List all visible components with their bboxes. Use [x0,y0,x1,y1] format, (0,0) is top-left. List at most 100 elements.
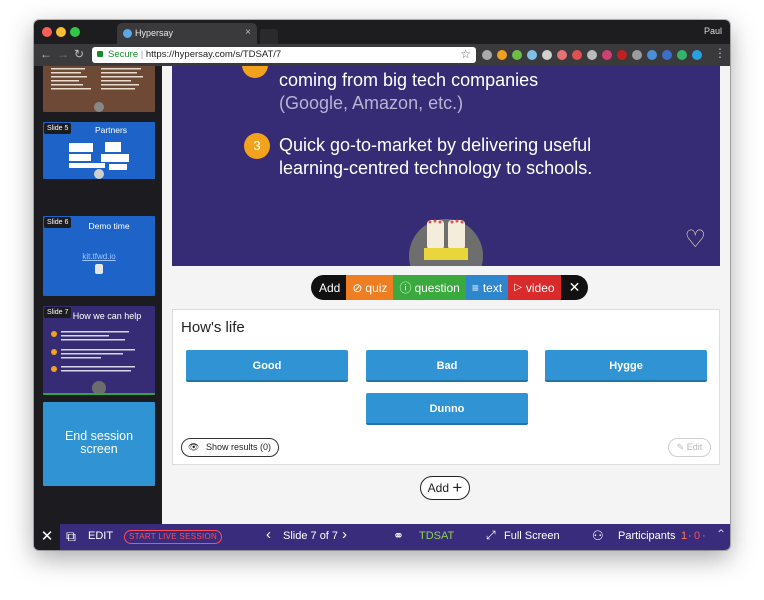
play-icon: ▷ [514,282,522,293]
participants-label[interactable]: Participants [618,530,675,542]
edit-mode-label[interactable]: EDIT [88,530,113,542]
slide-line: learning-centred technology to schools. [279,158,593,178]
slide-indicator: Slide 7 of 7 [283,530,339,542]
next-slide-icon[interactable]: › [342,526,347,543]
show-results-label: Show results (0) [205,442,271,452]
heart-icon[interactable]: ♡ [684,225,706,254]
close-toolbar-icon[interactable]: ✕ [561,275,589,300]
extension-icon[interactable] [617,50,627,60]
slide-thumbnail-preview [51,68,143,112]
url-text: https://hypersay.com/s/TDSAT/7 [145,49,282,60]
star-icon[interactable]: ☆ [460,47,471,61]
participants-icon[interactable]: ⚇ [592,528,604,544]
slide-line: coming from big tech companies [279,70,539,90]
add-label: Add [319,280,341,295]
extension-icon[interactable] [482,50,492,60]
slide-line: (Google, Amazon, etc.) [279,93,464,113]
slide-thumbnail[interactable] [43,66,155,112]
partner-logos [69,142,129,179]
extension-icon[interactable] [692,50,702,60]
start-live-session-button[interactable]: START LIVE SESSION [124,530,223,544]
lines-icon: ≡ [471,280,479,295]
tab-title: Hypersay [135,28,174,38]
add-quiz-button[interactable]: ⊘ quiz [346,275,394,300]
close-icon[interactable]: ✕ [34,524,60,550]
quiz-title: How's life [181,319,245,336]
quiz-card: How's life Good Bad Hygge Dunno 👁 Show r… [172,309,720,465]
video-label: video [525,280,555,295]
quiz-option[interactable]: Bad [366,350,528,382]
extension-icon[interactable] [527,50,537,60]
slide-thumbnail[interactable]: Slide 6 Demo time kit.tfwd.io [43,216,155,296]
slide-thumbnail[interactable]: Slide 5 Partners [43,122,155,179]
quiz-label: quiz [365,280,388,295]
lock-icon [97,51,103,57]
extension-icon[interactable] [542,50,552,60]
fullscreen-icon[interactable]: ⤢ [486,528,496,543]
extension-icon[interactable] [602,50,612,60]
extension-icon[interactable] [587,50,597,60]
close-window-button[interactable] [42,27,52,37]
bullet-number: 3 [244,133,270,159]
plus-icon: + [452,478,463,497]
eye-icon: 👁 [188,442,200,452]
address-bar[interactable]: Secure | https://hypersay.com/s/TDSAT/7 … [92,47,476,63]
check-circle-icon: ⊘ [352,280,363,295]
add-video-button[interactable]: ▷ video [508,275,561,300]
edit-quiz-button[interactable]: ✎ Edit [668,438,711,457]
add-content-toolbar: Add ⊘ quiz ⓘ question ≡ text ▷ video ✕ [311,275,589,300]
browser-tab[interactable]: Hypersay × [117,23,257,44]
close-tab-icon[interactable]: × [245,27,251,38]
favicon-icon [123,29,132,38]
participant-count-b: 0 [694,530,701,542]
minimize-window-button[interactable] [56,27,66,37]
slide-thumbnail-active[interactable]: Slide 7 How we can help [43,306,155,395]
slide-title: Demo time [88,221,130,231]
add-question-button[interactable]: ⓘ question [393,275,466,300]
session-code[interactable]: TDSAT [419,530,454,542]
slide-line: Quick go-to-market by delivering useful [279,135,592,155]
secure-label: Secure [108,49,139,60]
menu-icon[interactable]: ⋮ [714,46,726,60]
chevron-up-icon[interactable]: ⌃ [716,527,726,541]
extension-icon[interactable] [632,50,642,60]
forward-icon[interactable]: → [57,47,69,61]
quiz-option[interactable]: Good [186,350,348,382]
zoom-window-button[interactable] [70,27,80,37]
reload-icon[interactable]: ↻ [74,47,84,61]
slide-thumbnail-end[interactable]: End session screen [43,402,155,486]
separator-dot: · [688,530,692,542]
back-icon[interactable]: ← [40,47,52,61]
browser-window: Hypersay × Paul ← → ↻ Secure | https://h… [34,20,730,550]
session-bar: ✕ ⧉ EDIT START LIVE SESSION ‹ Slide 7 of… [34,524,730,550]
edit-label: Edit [686,442,703,452]
extension-icon[interactable] [572,50,582,60]
fullscreen-label[interactable]: Full Screen [504,530,560,542]
extension-icon[interactable] [497,50,507,60]
participant-count-a: 1 [681,530,688,542]
quiz-option[interactable]: Dunno [366,393,528,425]
extension-icon[interactable] [512,50,522,60]
question-label: question [414,280,460,295]
add-button[interactable]: Add + [420,476,470,500]
hand-icon [95,264,103,274]
demo-link[interactable]: kit.tfwd.io [43,252,155,261]
extension-icon[interactable] [647,50,657,60]
quiz-option[interactable]: Hygge [545,350,707,382]
extension-icon[interactable] [677,50,687,60]
new-tab-button[interactable] [260,29,278,44]
share-icon[interactable]: ⚭ [393,528,404,544]
extension-icon[interactable] [557,50,567,60]
add-text-button[interactable]: ≡ text [465,275,509,300]
slide-view: coming from big tech companies (Google, … [172,66,720,266]
show-results-button[interactable]: 👁 Show results (0) [181,438,279,457]
profile-name[interactable]: Paul [704,26,722,36]
text-label: text [482,280,503,295]
add-button-label: Add [427,481,450,495]
title-bar: Hypersay × Paul [34,20,730,44]
main-content: coming from big tech companies (Google, … [162,66,730,524]
presenter-icon[interactable]: ⧉ [66,528,76,545]
extension-icon[interactable] [662,50,672,60]
prev-slide-icon[interactable]: ‹ [266,526,271,543]
end-session-label: End session screen [64,429,134,456]
